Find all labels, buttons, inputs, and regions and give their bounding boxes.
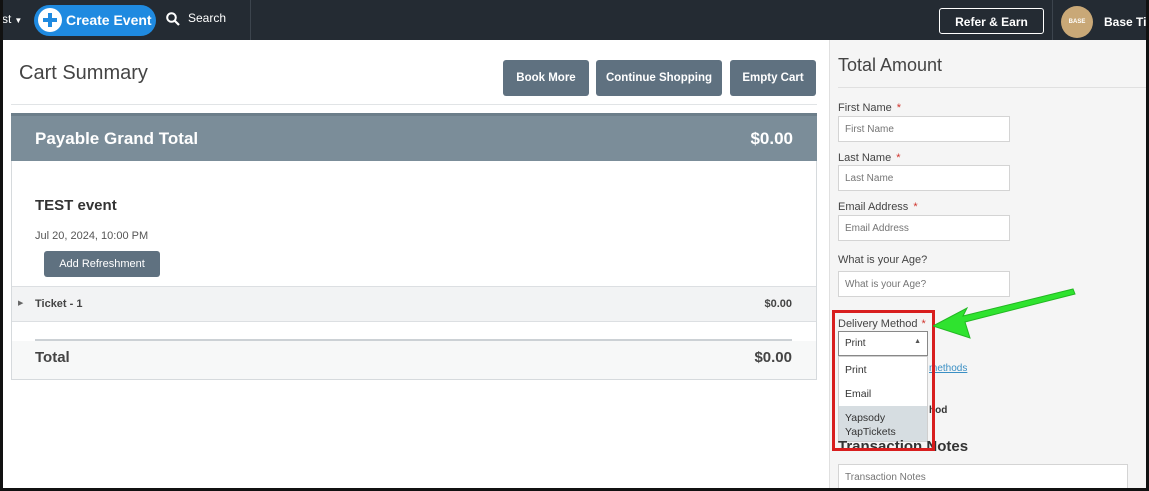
screenshot-frame (0, 0, 1149, 491)
